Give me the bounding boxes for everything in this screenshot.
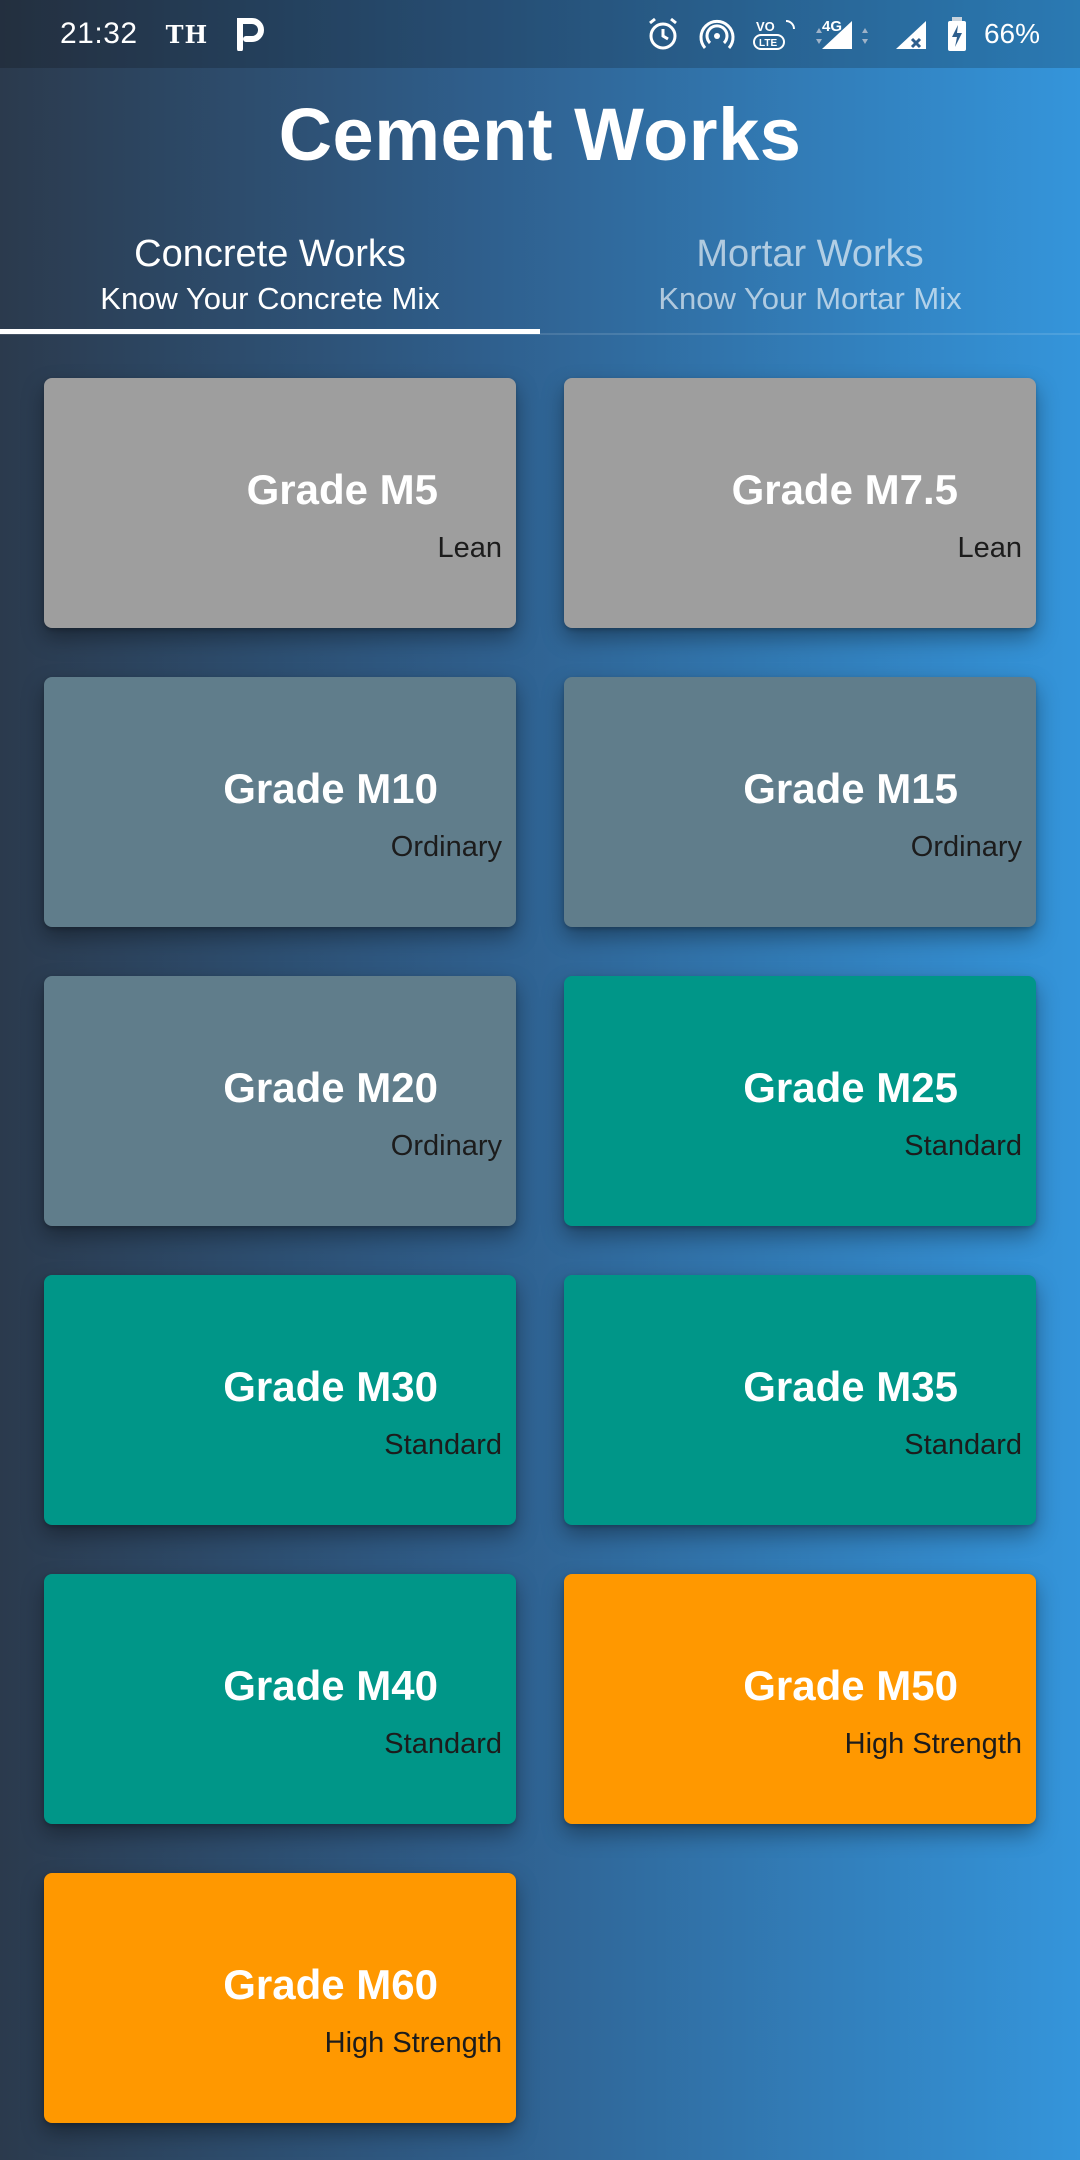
alarm-icon (644, 15, 682, 53)
tab-divider (0, 333, 1080, 335)
p-app-icon (236, 17, 265, 52)
svg-text:VO: VO (756, 19, 775, 34)
grade-category: Lean (437, 532, 502, 564)
tab-subtitle: Know Your Concrete Mix (100, 281, 440, 316)
grade-card-m60[interactable]: Grade M60 High Strength (44, 1873, 516, 2123)
tab-bar: Concrete Works Know Your Concrete Mix Mo… (0, 224, 1080, 334)
grade-title: Grade M30 (223, 1363, 438, 1410)
grade-category: Ordinary (390, 1130, 502, 1162)
tab-label: Mortar Works (696, 233, 924, 275)
signal-icon: 4G (814, 15, 876, 53)
tab-label: Concrete Works (134, 233, 406, 275)
grade-title: Grade M25 (743, 1064, 958, 1111)
grade-title: Grade M5 (246, 466, 438, 513)
tab-subtitle: Know Your Mortar Mix (658, 281, 962, 316)
grade-card-m20[interactable]: Grade M20 Ordinary (44, 976, 516, 1226)
tab-mortar-works[interactable]: Mortar Works Know Your Mortar Mix (540, 224, 1080, 334)
grade-category: Standard (904, 1429, 1022, 1461)
grade-card-m5[interactable]: Grade M5 Lean (44, 378, 516, 628)
svg-text:LTE: LTE (759, 38, 777, 49)
grade-card-m25[interactable]: Grade M25 Standard (564, 976, 1036, 1226)
grade-card-m50[interactable]: Grade M50 High Strength (564, 1574, 1036, 1824)
grade-title: Grade M60 (223, 1961, 438, 2008)
grade-card-m15[interactable]: Grade M15 Ordinary (564, 677, 1036, 927)
network-label: 4G (822, 18, 842, 35)
grade-title: Grade M40 (223, 1662, 438, 1709)
grade-grid: Grade M5 Lean Grade M7.5 Lean Grade M10 … (44, 378, 1036, 2123)
grade-category: Standard (384, 1728, 502, 1760)
grade-category: Lean (957, 532, 1022, 564)
grade-title: Grade M35 (743, 1363, 958, 1410)
grade-title: Grade M50 (743, 1662, 958, 1709)
signal-no-data-icon (892, 15, 930, 53)
status-bar: 21:32 TH VO LTE 4G 66% (0, 0, 1080, 68)
app-title: Cement Works (278, 93, 802, 176)
grade-category: High Strength (844, 1728, 1022, 1760)
grade-card-m40[interactable]: Grade M40 Standard (44, 1574, 516, 1824)
grade-category: Standard (384, 1429, 502, 1461)
grade-title: Grade M15 (743, 765, 958, 812)
battery-icon (946, 15, 968, 53)
grade-category: Ordinary (910, 831, 1022, 863)
grade-category: Ordinary (390, 831, 502, 863)
grade-title: Grade M7.5 (731, 466, 958, 513)
tab-concrete-works[interactable]: Concrete Works Know Your Concrete Mix (0, 224, 540, 334)
grade-card-m10[interactable]: Grade M10 Ordinary (44, 677, 516, 927)
grade-title: Grade M20 (223, 1064, 438, 1111)
grade-card-m35[interactable]: Grade M35 Standard (564, 1275, 1036, 1525)
grade-card-m7-5[interactable]: Grade M7.5 Lean (564, 378, 1036, 628)
grade-category: High Strength (324, 2027, 502, 2059)
grade-card-m30[interactable]: Grade M30 Standard (44, 1275, 516, 1525)
battery-percentage: 66% (983, 18, 1040, 49)
grade-title: Grade M10 (223, 765, 438, 812)
volte-icon: VO LTE (752, 15, 798, 53)
status-time: 21:32 (60, 17, 138, 50)
grade-category: Standard (904, 1130, 1022, 1162)
carrier-tag: TH (165, 19, 209, 49)
hotspot-icon (698, 15, 736, 53)
